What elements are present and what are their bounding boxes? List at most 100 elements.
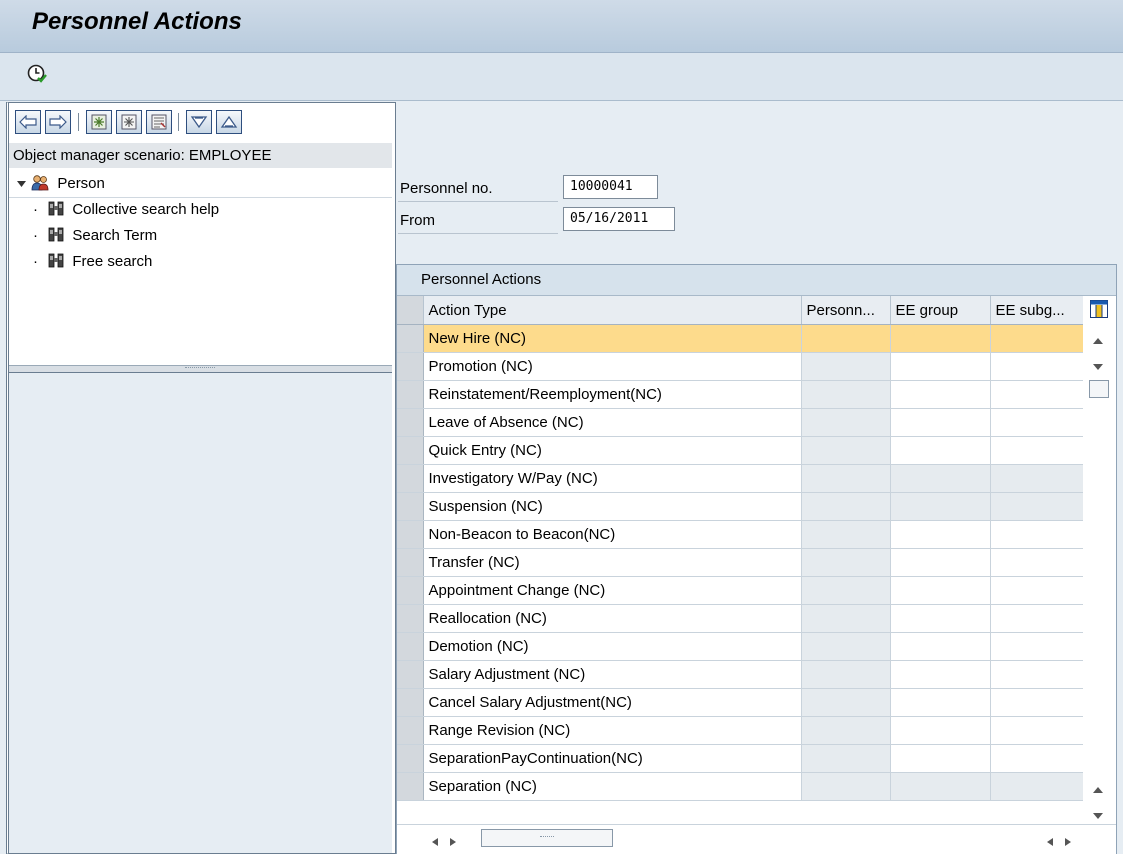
- cell-action-type[interactable]: Cancel Salary Adjustment(NC): [423, 688, 802, 717]
- cell-personnel[interactable]: [801, 520, 891, 549]
- cell-action-type[interactable]: Investigatory W/Pay (NC): [423, 464, 802, 493]
- scroll-page-down-icon[interactable]: [1092, 808, 1104, 824]
- cell-ee-group[interactable]: [890, 744, 991, 773]
- cell-personnel[interactable]: [801, 548, 891, 577]
- expand-triangle-icon[interactable]: [17, 171, 27, 197]
- table-row[interactable]: SeparationPayContinuation(NC): [397, 744, 1084, 773]
- cell-personnel[interactable]: [801, 492, 891, 521]
- cell-ee-subgroup[interactable]: [990, 632, 1084, 661]
- tree-node-collective-search-help[interactable]: · Collective search help: [9, 197, 392, 223]
- row-selector[interactable]: [397, 604, 424, 633]
- new-node-icon[interactable]: [86, 110, 112, 134]
- table-row[interactable]: Quick Entry (NC): [397, 436, 1084, 465]
- cell-personnel[interactable]: [801, 380, 891, 409]
- scroll-thumb[interactable]: [1089, 380, 1109, 398]
- cell-ee-group[interactable]: [890, 436, 991, 465]
- row-selector[interactable]: [397, 660, 424, 689]
- cell-action-type[interactable]: New Hire (NC): [423, 324, 802, 353]
- splitter-grip[interactable]: [185, 367, 215, 371]
- row-selector[interactable]: [397, 464, 424, 493]
- horizontal-scrollbar[interactable]: [397, 824, 1116, 854]
- cell-ee-group[interactable]: [890, 632, 991, 661]
- row-selector[interactable]: [397, 380, 424, 409]
- cell-action-type[interactable]: Separation (NC): [423, 772, 802, 801]
- cell-ee-subgroup[interactable]: [990, 576, 1084, 605]
- hitlist-icon[interactable]: [146, 110, 172, 134]
- row-selector[interactable]: [397, 324, 424, 353]
- cell-personnel[interactable]: [801, 464, 891, 493]
- table-row[interactable]: Demotion (NC): [397, 632, 1084, 661]
- cell-personnel[interactable]: [801, 632, 891, 661]
- cell-personnel[interactable]: [801, 688, 891, 717]
- row-selector[interactable]: [397, 576, 424, 605]
- cell-ee-group[interactable]: [890, 688, 991, 717]
- scroll-right-icon[interactable]: [449, 835, 457, 851]
- row-selector[interactable]: [397, 548, 424, 577]
- cell-ee-subgroup[interactable]: [990, 408, 1084, 437]
- scroll-left-end-icon[interactable]: [1046, 835, 1054, 851]
- cell-action-type[interactable]: Reallocation (NC): [423, 604, 802, 633]
- cell-personnel[interactable]: [801, 324, 891, 353]
- cell-ee-subgroup[interactable]: [990, 604, 1084, 633]
- column-header-ee-group[interactable]: EE group: [890, 296, 991, 325]
- column-header-ee-subgroup[interactable]: EE subg...: [990, 296, 1084, 325]
- row-selector[interactable]: [397, 688, 424, 717]
- cell-action-type[interactable]: Salary Adjustment (NC): [423, 660, 802, 689]
- cell-ee-subgroup[interactable]: [990, 716, 1084, 745]
- row-selector[interactable]: [397, 352, 424, 381]
- cell-ee-group[interactable]: [890, 492, 991, 521]
- cell-action-type[interactable]: SeparationPayContinuation(NC): [423, 744, 802, 773]
- cell-ee-subgroup[interactable]: [990, 744, 1084, 773]
- row-selector[interactable]: [397, 436, 424, 465]
- horizontal-scroll-thumb[interactable]: [481, 829, 613, 847]
- cell-action-type[interactable]: Appointment Change (NC): [423, 576, 802, 605]
- from-date-field[interactable]: 05/16/2011: [563, 207, 675, 231]
- cell-ee-group[interactable]: [890, 576, 991, 605]
- table-row[interactable]: Reallocation (NC): [397, 604, 1084, 633]
- table-row[interactable]: New Hire (NC): [397, 324, 1084, 353]
- cell-ee-group[interactable]: [890, 464, 991, 493]
- row-selector[interactable]: [397, 408, 424, 437]
- cell-action-type[interactable]: Range Revision (NC): [423, 716, 802, 745]
- cell-ee-group[interactable]: [890, 660, 991, 689]
- table-row[interactable]: Investigatory W/Pay (NC): [397, 464, 1084, 493]
- cell-action-type[interactable]: Non-Beacon to Beacon(NC): [423, 520, 802, 549]
- cell-personnel[interactable]: [801, 352, 891, 381]
- row-selector[interactable]: [397, 632, 424, 661]
- table-row[interactable]: Promotion (NC): [397, 352, 1084, 381]
- forward-arrow-icon[interactable]: [45, 110, 71, 134]
- row-selector[interactable]: [397, 492, 424, 521]
- scroll-down-icon[interactable]: [1092, 359, 1104, 375]
- cell-action-type[interactable]: Suspension (NC): [423, 492, 802, 521]
- row-selector[interactable]: [397, 744, 424, 773]
- scroll-right-end-icon[interactable]: [1064, 835, 1072, 851]
- table-row[interactable]: Non-Beacon to Beacon(NC): [397, 520, 1084, 549]
- tree-node-person[interactable]: Person: [9, 171, 392, 197]
- column-header-personnel[interactable]: Personn...: [801, 296, 891, 325]
- execute-clock-icon[interactable]: [26, 63, 48, 85]
- cell-action-type[interactable]: Reinstatement/Reemployment(NC): [423, 380, 802, 409]
- select-all-icon[interactable]: [116, 110, 142, 134]
- cell-action-type[interactable]: Transfer (NC): [423, 548, 802, 577]
- cell-action-type[interactable]: Demotion (NC): [423, 632, 802, 661]
- collapse-up-icon[interactable]: [216, 110, 242, 134]
- back-arrow-icon[interactable]: [15, 110, 41, 134]
- cell-ee-subgroup[interactable]: [990, 660, 1084, 689]
- cell-personnel[interactable]: [801, 436, 891, 465]
- table-row[interactable]: Suspension (NC): [397, 492, 1084, 521]
- cell-ee-group[interactable]: [890, 408, 991, 437]
- cell-ee-subgroup[interactable]: [990, 324, 1084, 353]
- tree-node-free-search[interactable]: · Free search: [9, 249, 392, 275]
- cell-ee-subgroup[interactable]: [990, 688, 1084, 717]
- column-config-icon[interactable]: [1090, 300, 1108, 322]
- cell-personnel[interactable]: [801, 660, 891, 689]
- cell-ee-subgroup[interactable]: [990, 548, 1084, 577]
- vertical-scrollbar[interactable]: [1083, 296, 1115, 824]
- cell-ee-group[interactable]: [890, 772, 991, 801]
- scroll-page-up-icon[interactable]: [1092, 782, 1104, 798]
- cell-action-type[interactable]: Leave of Absence (NC): [423, 408, 802, 437]
- cell-ee-subgroup[interactable]: [990, 380, 1084, 409]
- tree-node-search-term[interactable]: · Search Term: [9, 223, 392, 249]
- scroll-left-icon[interactable]: [431, 835, 439, 851]
- cell-personnel[interactable]: [801, 604, 891, 633]
